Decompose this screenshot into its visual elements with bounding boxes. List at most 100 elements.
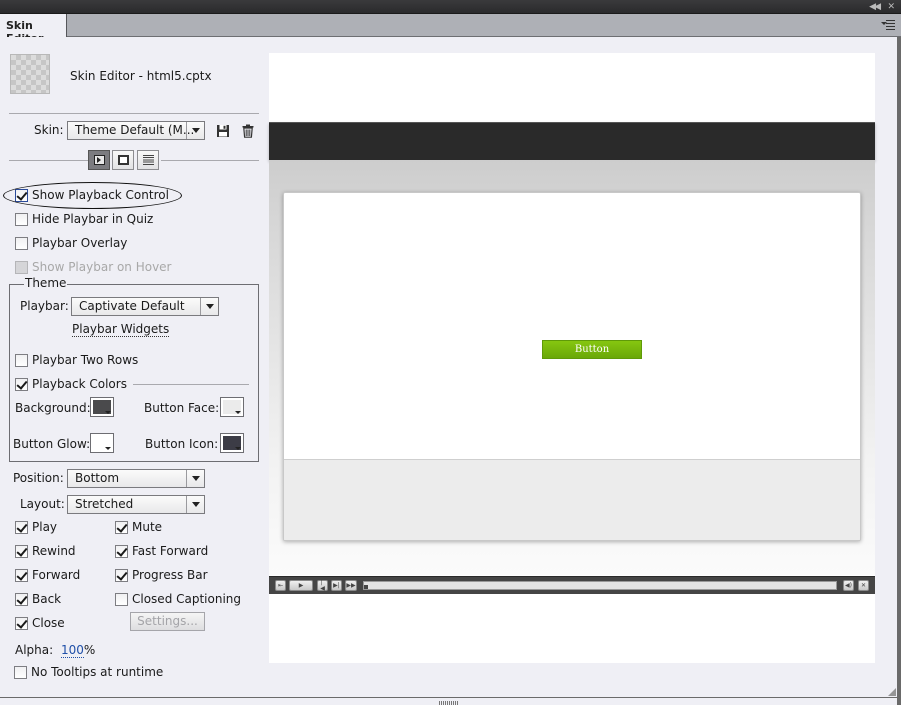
- tab-borders[interactable]: [112, 150, 134, 170]
- layout-label: Layout:: [20, 497, 65, 511]
- playbar-widgets-link[interactable]: Playbar Widgets: [72, 322, 170, 337]
- divider: [133, 384, 249, 385]
- save-icon[interactable]: [216, 124, 230, 138]
- play-label: Play: [32, 520, 58, 534]
- skin-thumbnail: [10, 54, 50, 94]
- fast-forward-label: Fast Forward: [132, 544, 209, 558]
- closed-captioning-checkbox[interactable]: [115, 593, 128, 606]
- back-checkbox[interactable]: [15, 593, 28, 606]
- playbar-two-rows-label: Playbar Two Rows: [32, 353, 139, 367]
- layout-dropdown-value: Stretched: [75, 497, 134, 511]
- panel-resize-gripper[interactable]: [439, 701, 459, 705]
- button-icon-color-picker[interactable]: [220, 433, 244, 453]
- progress-bar-label: Progress Bar: [132, 568, 208, 582]
- button-icon-color-label: Button Icon:: [145, 437, 219, 451]
- forward-checkbox[interactable]: [15, 569, 28, 582]
- chevron-down-icon: [235, 447, 241, 450]
- skin-dropdown-value: Theme Default (M...: [75, 123, 195, 137]
- forward-label: Forward: [32, 568, 81, 582]
- divider: [161, 160, 259, 161]
- fast-forward-icon[interactable]: ▶▶: [345, 580, 357, 591]
- toc-icon: [143, 155, 154, 166]
- preview-toc-bar: [269, 122, 875, 160]
- divider: [9, 113, 259, 114]
- close-icon[interactable]: ✕: [887, 1, 895, 13]
- skin-label: Skin:: [34, 123, 64, 137]
- skin-editor-title: Skin Editor - html5.cptx: [70, 69, 212, 83]
- no-tooltips-checkbox[interactable]: [14, 666, 27, 679]
- chevron-down-icon: [105, 447, 111, 450]
- alpha-label: Alpha:: [15, 643, 54, 657]
- playbar-overlay-checkbox[interactable]: [15, 237, 28, 250]
- background-color-label: Background:: [15, 401, 91, 415]
- play-checkbox[interactable]: [15, 521, 28, 534]
- progress-bar[interactable]: [363, 581, 837, 590]
- preview-playbar: ⇤ ▶ |◀ ▶| ▶▶ ◀) ✕: [269, 576, 875, 594]
- window-titlebar: ◀◀ ✕: [0, 0, 901, 14]
- preview-button[interactable]: Button: [542, 340, 642, 359]
- button-face-color-picker[interactable]: [220, 397, 244, 417]
- position-dropdown-value: Bottom: [75, 471, 120, 485]
- play-icon[interactable]: ▶: [289, 580, 313, 591]
- alpha-value[interactable]: 100: [61, 643, 84, 658]
- chevron-down-icon: [235, 411, 241, 414]
- back-label: Back: [32, 592, 62, 606]
- playbar-dropdown-value: Captivate Default: [79, 299, 185, 313]
- chevron-down-icon: [186, 122, 204, 139]
- collapse-icon[interactable]: ◀◀: [869, 1, 881, 13]
- rewind-checkbox[interactable]: [15, 545, 28, 558]
- alpha-row: Alpha: 100%: [15, 643, 96, 658]
- cc-settings-button[interactable]: Settings...: [130, 612, 205, 631]
- border-icon: [118, 155, 129, 165]
- button-face-color-label: Button Face:: [144, 401, 220, 415]
- trash-icon[interactable]: [241, 124, 255, 138]
- close-label: Close: [32, 616, 65, 630]
- playbar-dropdown[interactable]: Captivate Default: [71, 297, 219, 316]
- panel-bottom-border: [0, 697, 897, 698]
- position-label: Position:: [13, 471, 64, 485]
- button-glow-color-picker[interactable]: [90, 433, 114, 453]
- panel-right-border: [897, 37, 901, 705]
- preview-slide: [283, 192, 861, 541]
- progress-knob[interactable]: [364, 585, 368, 589]
- skin-dropdown[interactable]: Theme Default (M...: [67, 121, 205, 140]
- playback-colors-label: Playback Colors: [32, 377, 127, 391]
- rewind-icon[interactable]: |◀: [317, 579, 328, 591]
- alpha-unit: %: [83, 643, 96, 657]
- skin-preview: Button ⇤ ▶ |◀ ▶| ▶▶ ◀) ✕: [269, 53, 875, 663]
- show-playbar-on-hover-label: Show Playbar on Hover: [32, 260, 172, 274]
- show-playbar-on-hover-checkbox[interactable]: [15, 261, 28, 274]
- no-tooltips-label: No Tooltips at runtime: [31, 665, 164, 679]
- close-icon[interactable]: ✕: [858, 580, 869, 591]
- panel-menu-icon[interactable]: [881, 18, 895, 30]
- background-color-picker[interactable]: [90, 397, 114, 417]
- tab-skin-editor[interactable]: Skin Editor: [0, 14, 67, 45]
- tab-playback-control[interactable]: [88, 150, 110, 170]
- playbar-two-rows-checkbox[interactable]: [15, 354, 28, 367]
- rewind-label: Rewind: [32, 544, 76, 558]
- closed-captioning-label: Closed Captioning: [132, 592, 242, 606]
- playbar-widgets-text: Playbar Widgets: [72, 322, 170, 337]
- playback-colors-checkbox[interactable]: [15, 378, 28, 391]
- playbar-label: Playbar:: [20, 299, 69, 313]
- mute-checkbox[interactable]: [115, 521, 128, 534]
- divider: [9, 160, 88, 161]
- close-checkbox[interactable]: [15, 617, 28, 630]
- layout-dropdown[interactable]: Stretched: [67, 495, 205, 514]
- chevron-down-icon: [105, 411, 111, 414]
- chevron-down-icon: [200, 298, 218, 315]
- progress-bar-checkbox[interactable]: [115, 569, 128, 582]
- fast-forward-checkbox[interactable]: [115, 545, 128, 558]
- theme-legend: Theme: [24, 276, 68, 290]
- tab-table-of-contents[interactable]: [137, 150, 159, 170]
- chevron-down-icon: [186, 470, 204, 487]
- hide-playbar-in-quiz-label: Hide Playbar in Quiz: [32, 212, 154, 226]
- exit-icon[interactable]: ⇤: [275, 580, 286, 591]
- hide-playbar-in-quiz-checkbox[interactable]: [15, 213, 28, 226]
- mute-icon[interactable]: ◀): [843, 580, 854, 591]
- forward-icon[interactable]: ▶|: [331, 580, 342, 591]
- position-dropdown[interactable]: Bottom: [67, 469, 205, 488]
- playbar-overlay-label: Playbar Overlay: [32, 236, 128, 250]
- playbar-icon: [94, 155, 105, 165]
- preview-slide-footer: [284, 459, 860, 540]
